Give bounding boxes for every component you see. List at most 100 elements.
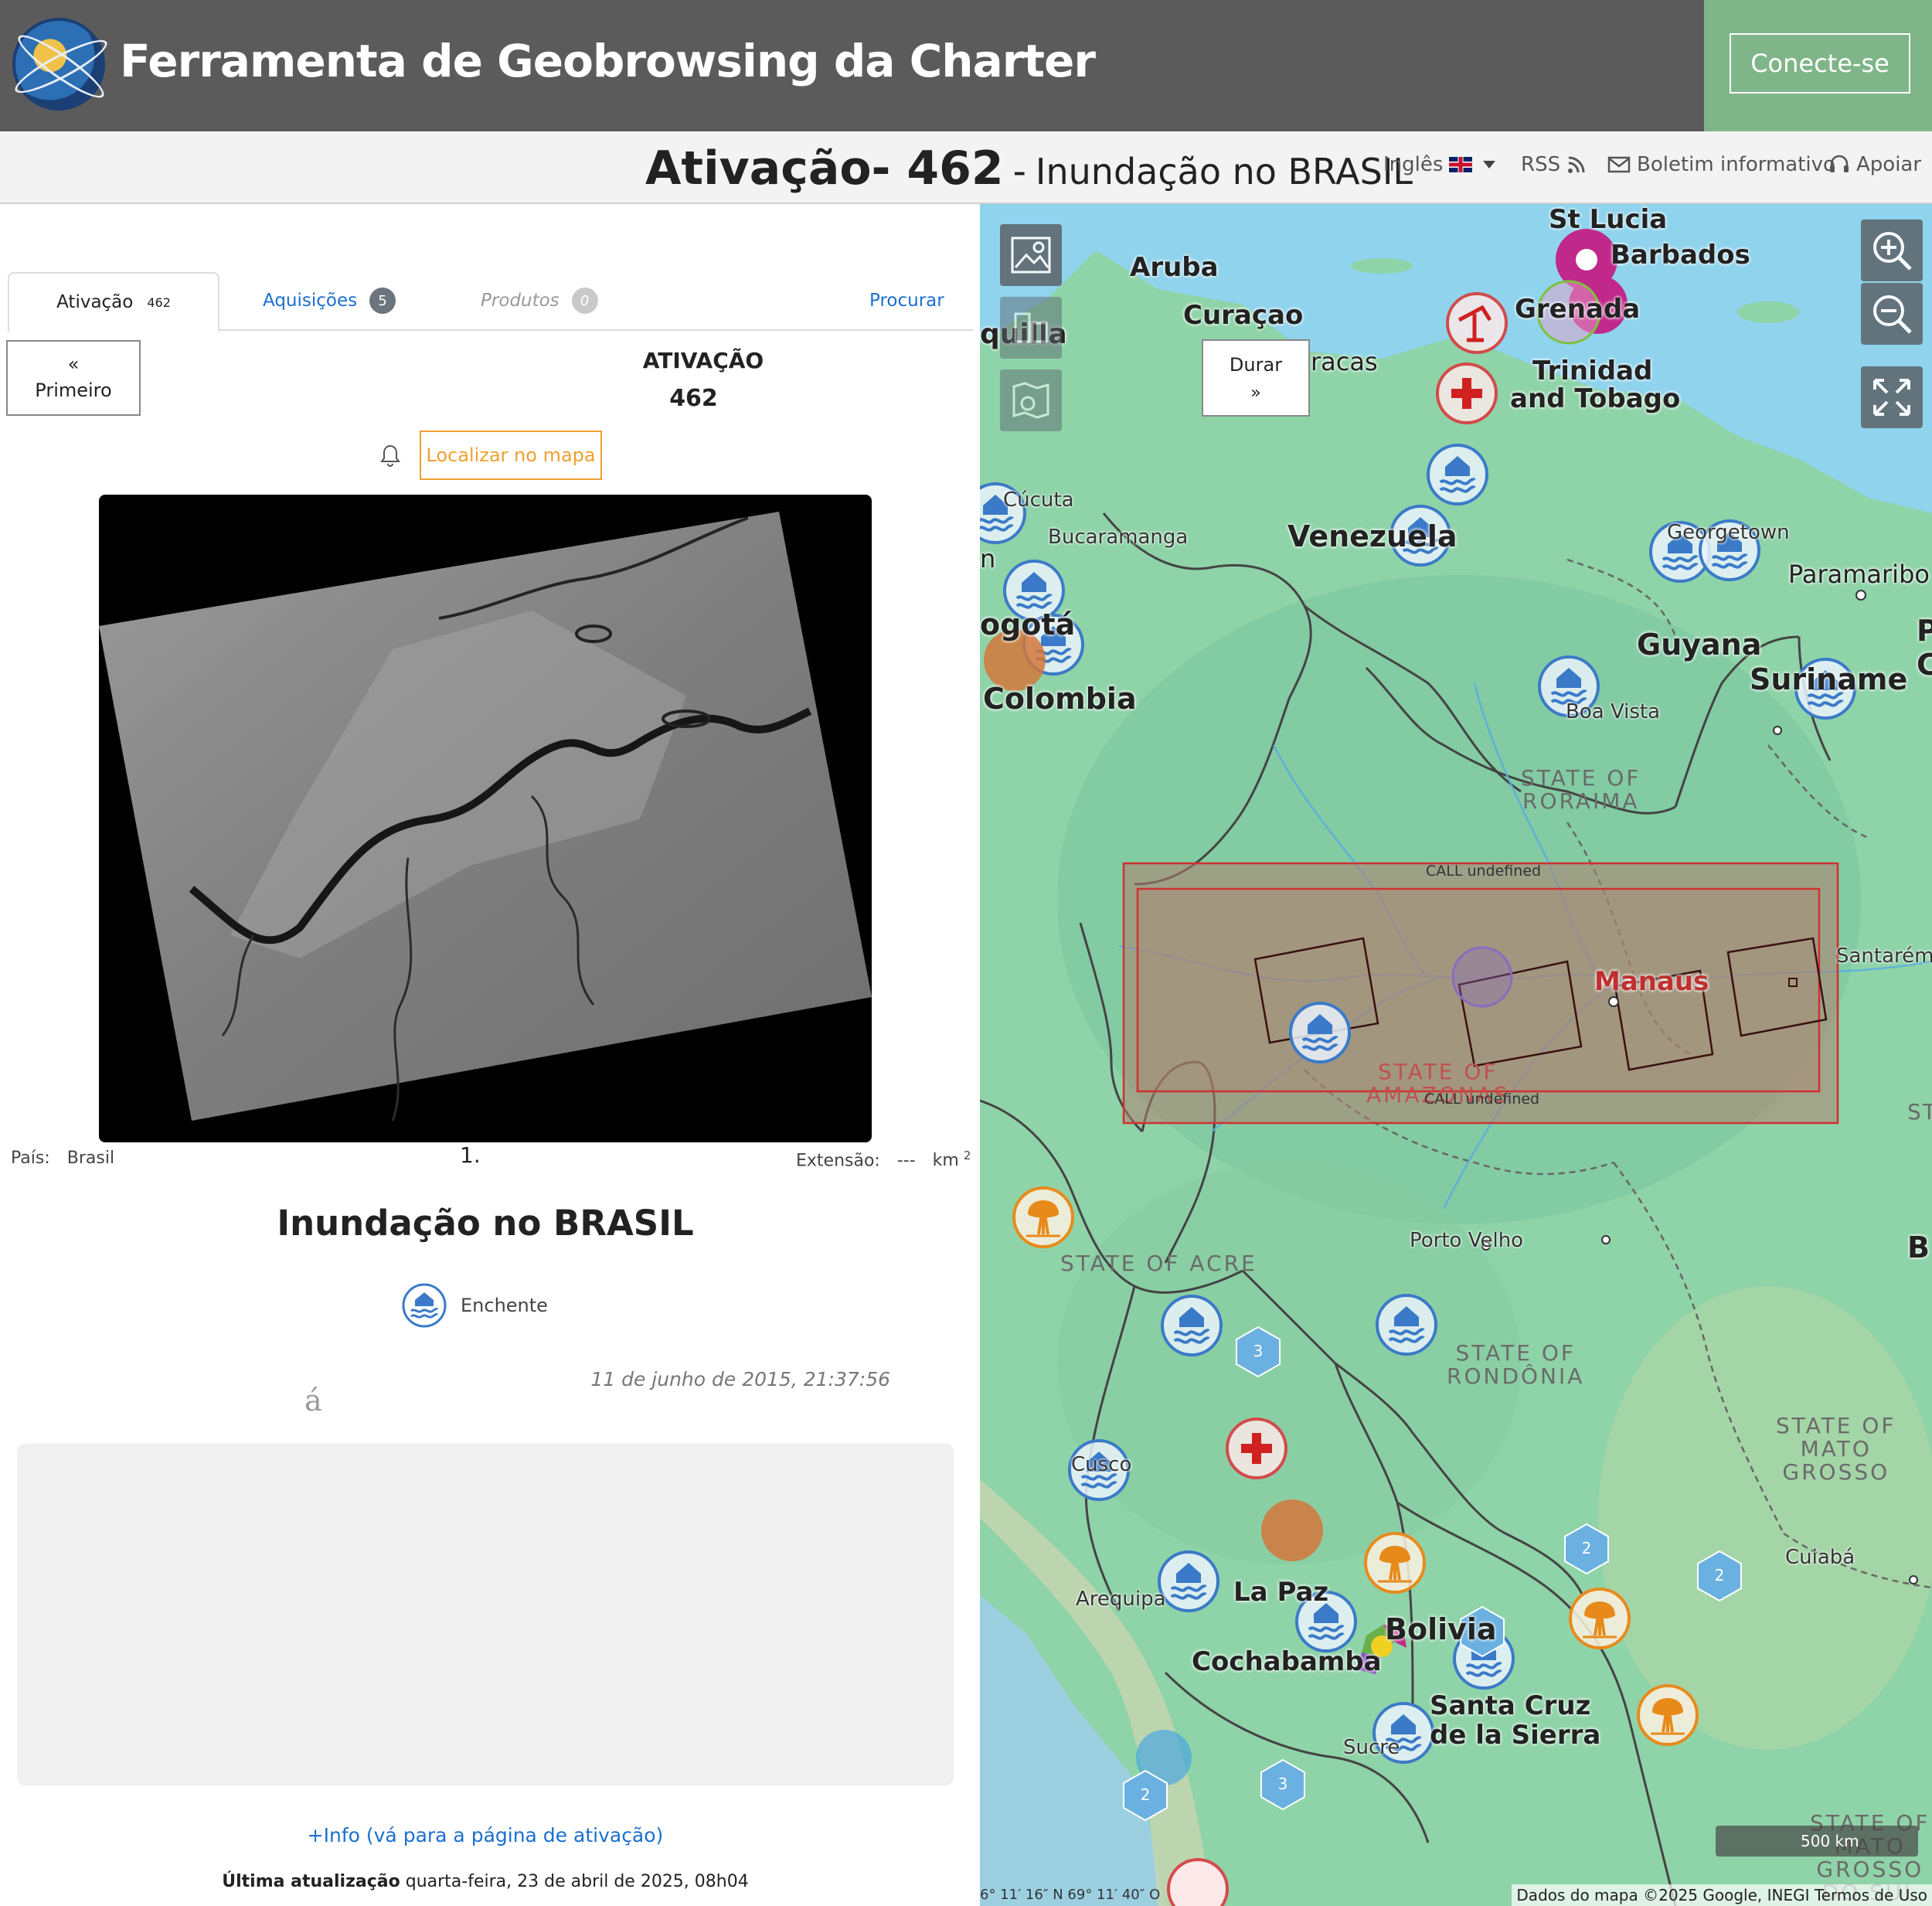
- support-label: Apoiar: [1856, 153, 1922, 176]
- last-update-key: Última atualização: [222, 1872, 400, 1891]
- last-label: Durar: [1229, 353, 1283, 376]
- satellite-thumbnail: [99, 495, 872, 1142]
- layers-button[interactable]: [1000, 297, 1062, 359]
- bell-icon[interactable]: [379, 444, 402, 468]
- newsletter-link[interactable]: Boletim informativo: [1607, 153, 1835, 176]
- country-value: Brasil: [66, 1149, 115, 1168]
- tab-activation[interactable]: Ativação 462: [8, 272, 219, 332]
- fire-marker[interactable]: [1569, 1588, 1631, 1649]
- map-search-button[interactable]: [1000, 369, 1062, 431]
- last-button[interactable]: Durar »: [1202, 339, 1310, 417]
- fire-marker[interactable]: [1012, 1186, 1074, 1248]
- activation-date: 11 de junho de 2015, 21:37:56: [590, 1368, 890, 1390]
- activation-number: 462: [669, 385, 718, 412]
- label-suriname: Suriname: [1750, 662, 1908, 696]
- double-chevron-left-icon: «: [67, 353, 80, 375]
- cluster-count: 2: [1140, 1785, 1151, 1804]
- search-link[interactable]: Procurar: [869, 272, 944, 329]
- flood-marker[interactable]: [1376, 1294, 1437, 1356]
- fire-marker[interactable]: [1637, 1684, 1699, 1746]
- cluster-marker[interactable]: 2: [1121, 1768, 1169, 1823]
- tab-activation-badge: 462: [147, 294, 171, 310]
- event-title: Inundação no BRASIL: [277, 1203, 694, 1244]
- flood-marker[interactable]: [1427, 444, 1488, 505]
- last-update-value: quarta-feira, 23 de abril de 2025, 08h04: [405, 1872, 749, 1891]
- map-attribution[interactable]: Dados do mapa ©2025 Google, INEGI Termos…: [1512, 1884, 1932, 1906]
- label-edge-sta: STA: [1907, 1099, 1932, 1125]
- flood-marker[interactable]: [1161, 1295, 1223, 1356]
- fullscreen-button[interactable]: [1861, 366, 1923, 428]
- support-link[interactable]: Apoiar: [1828, 153, 1921, 176]
- event-type-label: Enchente: [461, 1295, 548, 1316]
- country-row: País: Brasil: [11, 1149, 114, 1168]
- map-search-icon: [1012, 382, 1049, 419]
- app-title: Ferramenta de Geobrowsing da Charter: [120, 35, 1096, 87]
- medical-marker[interactable]: [1226, 1418, 1287, 1479]
- language-selector[interactable]: Inglês: [1383, 153, 1496, 176]
- label-cochabamba: Cochabamba: [1192, 1646, 1382, 1677]
- label-edge-p: P: [1917, 614, 1932, 648]
- charter-logo-icon[interactable]: [15, 21, 102, 107]
- activation-event-name: Inundação no BRASIL: [1035, 151, 1413, 192]
- zoom-out-button[interactable]: [1861, 283, 1923, 345]
- call-label-bottom: CALL undefined: [1424, 1091, 1540, 1108]
- map-view[interactable]: 3 2 2 2 2 3 St Lucia Barbados Aruba Cura…: [980, 204, 1932, 1906]
- cluster-marker[interactable]: 2: [1696, 1549, 1743, 1603]
- flood-marker[interactable]: [1158, 1550, 1219, 1612]
- double-chevron-right-icon: »: [1250, 383, 1261, 403]
- label-bolivia: Bolivia: [1385, 1612, 1497, 1646]
- first-button[interactable]: « Primeiro: [6, 340, 141, 416]
- fire-marker[interactable]: [1364, 1532, 1426, 1594]
- cluster-marker[interactable]: 2: [1563, 1522, 1611, 1576]
- landslide-marker[interactable]: [1261, 1499, 1323, 1561]
- connect-button[interactable]: Conecte-se: [1730, 33, 1910, 94]
- locate-on-map-button[interactable]: Localizar no mapa: [420, 431, 602, 480]
- cluster-marker[interactable]: 3: [1259, 1758, 1307, 1812]
- earthquake-marker[interactable]: [1167, 1858, 1229, 1906]
- tab-acquisitions-badge: 5: [369, 288, 396, 314]
- flood-icon: [402, 1283, 447, 1328]
- tab-products-badge: 0: [571, 288, 598, 314]
- flood-marker[interactable]: [1289, 1002, 1351, 1064]
- label-edge-b: B: [1907, 1230, 1930, 1264]
- tab-products[interactable]: Produtos 0: [481, 272, 598, 329]
- label-santarem: Santarém: [1836, 944, 1932, 968]
- rss-link[interactable]: RSS: [1521, 153, 1587, 176]
- chevron-down-icon: [1483, 161, 1496, 168]
- cluster-count: 2: [1714, 1566, 1725, 1584]
- call-label-top: CALL undefined: [1426, 863, 1542, 880]
- label-bucaramanga: Bucaramanga: [1048, 526, 1189, 549]
- medical-marker[interactable]: [1436, 362, 1498, 424]
- label-mato-grosso: STATE OF MATO GROSSO: [1776, 1413, 1896, 1485]
- label-arequipa: Arequipa: [1076, 1588, 1166, 1611]
- cluster-marker[interactable]: 3: [1234, 1325, 1282, 1379]
- zoom-in-button[interactable]: [1861, 220, 1923, 281]
- label-sucre: Sucre: [1343, 1736, 1400, 1759]
- envelope-icon: [1607, 156, 1631, 173]
- panel-tabs: Ativação 462 Aquisições 5 Produtos 0 Pro…: [8, 272, 974, 332]
- event-markers[interactable]: [980, 204, 1932, 1906]
- label-edge-c: C: [1917, 648, 1932, 682]
- rss-icon: [1568, 156, 1585, 173]
- last-update: Última atualização quarta-feira, 23 de a…: [0, 1872, 971, 1891]
- flood-marker-aoi[interactable]: [1451, 946, 1513, 1008]
- label-grenada: Grenada: [1515, 294, 1641, 325]
- layers-icon: [1014, 312, 1048, 343]
- country-key: País:: [11, 1149, 50, 1168]
- tab-acquisitions[interactable]: Aquisições 5: [263, 272, 396, 329]
- label-cusco: Cusco: [1071, 1453, 1132, 1476]
- tab-acquisitions-label: Aquisições: [263, 291, 358, 311]
- fullscreen-icon: [1873, 379, 1910, 416]
- label-porto-velho: Porto Velho: [1410, 1229, 1524, 1252]
- label-curacao: Curaçao: [1183, 300, 1304, 331]
- headset-icon: [1830, 155, 1849, 172]
- cluster-count: 3: [1253, 1342, 1264, 1360]
- extent-value: ---: [896, 1151, 916, 1171]
- label-georgetown: Georgetown: [1667, 521, 1790, 544]
- more-info-link[interactable]: +Info (vá para a página de ativação): [0, 1824, 971, 1846]
- label-roraima: STATE OF RORAIMA: [1521, 765, 1641, 814]
- label-st-lucia: St Lucia: [1549, 204, 1668, 235]
- oil-marker[interactable]: [1446, 292, 1508, 354]
- cluster-count: 2: [1581, 1539, 1592, 1557]
- basemap-button[interactable]: [1000, 224, 1062, 286]
